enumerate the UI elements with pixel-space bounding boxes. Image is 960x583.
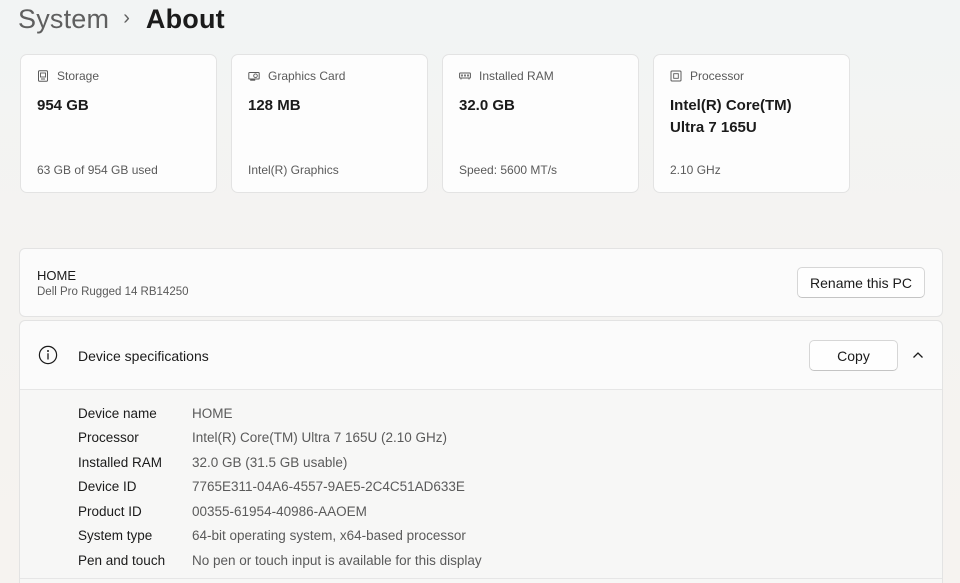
spec-row-device-id: Device ID 7765E311-04A6-4557-9AE5-2C4C51… [78,475,482,500]
card-detail: Speed: 5600 MT/s [459,163,558,177]
device-specifications-panel: Device specifications Copy Device name H… [19,320,943,583]
chevron-up-icon[interactable] [912,350,924,360]
card-header: Processor [670,69,833,83]
card-value: 954 GB [37,97,89,114]
card-detail: 63 GB of 954 GB used [37,163,158,177]
processor-card[interactable]: Processor Intel(R) Core(TM) Ultra 7 165U… [653,54,850,193]
card-label: Processor [690,69,745,83]
spec-label: Device ID [78,479,137,495]
panel-divider [20,578,942,579]
spec-cards: Storage 954 GB 63 GB of 954 GB used Grap… [20,54,850,193]
processor-icon [670,70,682,82]
card-value: 32.0 GB [459,97,515,114]
card-header: Storage [37,69,200,83]
spec-label: Installed RAM [78,454,163,470]
card-label: Graphics Card [268,69,346,83]
spec-label: Product ID [78,503,142,519]
spec-value: HOME [192,405,233,421]
spec-label: System type [78,528,153,544]
spec-row-pen-and-touch: Pen and touch No pen or touch input is a… [78,548,482,573]
spec-value: 64-bit operating system, x64-based proce… [192,528,466,544]
installed-ram-card[interactable]: Installed RAM 32.0 GB Speed: 5600 MT/s [442,54,639,193]
spec-value: 7765E311-04A6-4557-9AE5-2C4C51AD633E [192,479,465,495]
pc-name-row: HOME Dell Pro Rugged 14 RB14250 Rename t… [19,248,943,317]
storage-card[interactable]: Storage 954 GB 63 GB of 954 GB used [20,54,217,193]
card-detail: 2.10 GHz [670,163,721,177]
spec-row-device-name: Device name HOME [78,401,482,426]
spec-label: Pen and touch [78,552,166,568]
card-label: Installed RAM [479,69,554,83]
spec-row-product-id: Product ID 00355-61954-40986-AAOEM [78,499,482,524]
storage-icon [38,70,48,82]
ram-icon [459,72,471,80]
copy-button[interactable]: Copy [809,340,898,371]
card-value: Intel(R) Core(TM) Ultra 7 165U [670,97,792,136]
spec-value: 32.0 GB (31.5 GB usable) [192,454,348,470]
spec-label: Processor [78,430,139,446]
card-label: Storage [57,69,100,83]
device-specifications-title: Device specifications [78,348,209,364]
card-detail: Intel(R) Graphics [248,163,339,177]
pc-name: HOME [37,268,76,283]
breadcrumb: System › About [18,2,225,36]
page-title: About [145,3,225,34]
spec-row-system-type: System type 64-bit operating system, x64… [78,524,482,549]
graphics-card-card[interactable]: Graphics Card 128 MB Intel(R) Graphics [231,54,428,193]
info-icon [38,345,58,365]
pc-model: Dell Pro Rugged 14 RB14250 [37,286,189,298]
graphics-card-icon [248,72,260,81]
breadcrumb-separator: › [123,6,130,29]
card-value: 128 MB [248,97,301,114]
rename-pc-button[interactable]: Rename this PC [797,267,925,298]
spec-value: 00355-61954-40986-AAOEM [192,503,367,519]
spec-value: Intel(R) Core(TM) Ultra 7 165U (2.10 GHz… [192,430,448,446]
device-specifications-table: Device name HOME Processor Intel(R) Core… [78,401,482,573]
breadcrumb-system-link[interactable]: System [18,4,109,35]
spec-value: No pen or touch input is available for t… [192,552,482,568]
device-specifications-header[interactable]: Device specifications Copy [20,321,942,390]
spec-row-processor: Processor Intel(R) Core(TM) Ultra 7 165U… [78,426,482,451]
spec-label: Device name [78,405,157,421]
card-header: Installed RAM [459,69,622,83]
card-header: Graphics Card [248,69,411,83]
spec-row-installed-ram: Installed RAM 32.0 GB (31.5 GB usable) [78,450,482,475]
